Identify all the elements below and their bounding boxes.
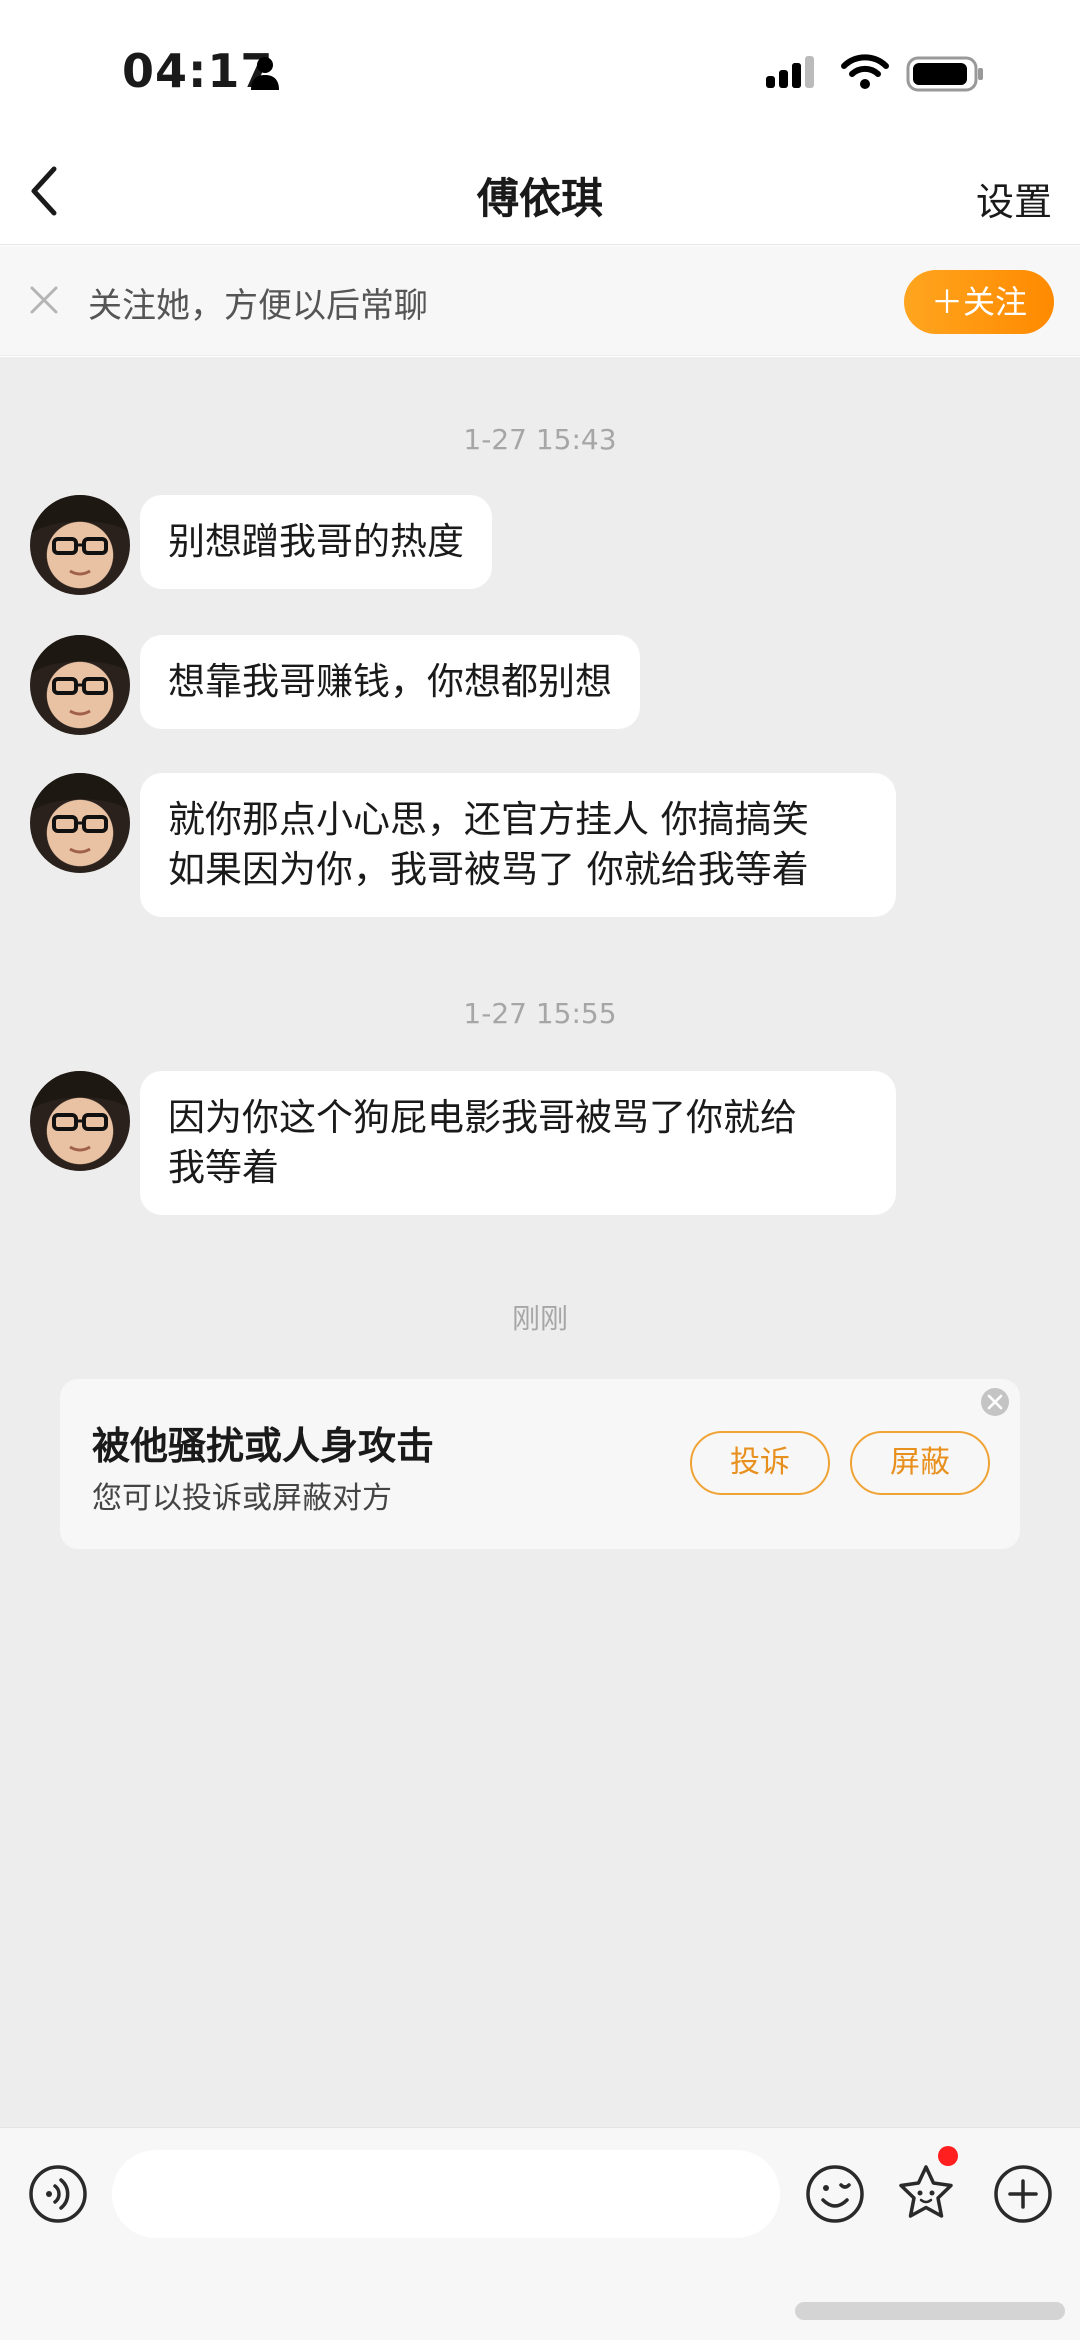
message-bubble[interactable]: 想靠我哥赚钱，你想都别想 xyxy=(140,635,640,729)
avatar[interactable] xyxy=(30,635,130,735)
message-bubble[interactable]: 别想蹭我哥的热度 xyxy=(140,495,492,589)
plus-icon[interactable] xyxy=(993,2164,1053,2224)
report-button[interactable]: 投诉 xyxy=(690,1431,830,1495)
voice-icon[interactable] xyxy=(28,2164,88,2224)
signal-icon xyxy=(766,56,814,88)
follow-banner: 关注她，方便以后常聊 ＋关注 xyxy=(0,246,1080,356)
input-bar xyxy=(0,2127,1080,2340)
message-text: 想靠我哥赚钱，你想都别想 xyxy=(168,660,612,703)
wifi-icon xyxy=(841,54,889,89)
message-bubble[interactable]: 因为你这个狗屁电影我哥被骂了你就给 我等着 xyxy=(140,1071,896,1215)
harassment-subtitle: 您可以投诉或屏蔽对方 xyxy=(92,1481,392,1516)
harassment-title: 被他骚扰或人身攻击 xyxy=(92,1424,435,1468)
message-text-line: 就你那点小心思，还官方挂人 你搞搞笑 xyxy=(168,798,809,841)
avatar[interactable] xyxy=(30,773,130,873)
timestamp: 1-27 15:43 xyxy=(463,423,617,456)
status-bar: 04:17 xyxy=(0,0,1080,145)
message-text-line: 因为你这个狗屁电影我哥被骂了你就给 xyxy=(168,1096,797,1139)
message-bubble[interactable]: 就你那点小心思，还官方挂人 你搞搞笑 如果因为你，我哥被骂了 你就给我等着 xyxy=(140,773,896,917)
home-indicator xyxy=(795,2302,1065,2320)
timestamp: 1-27 15:55 xyxy=(463,997,617,1030)
emoji-icon[interactable] xyxy=(805,2164,865,2224)
person-icon xyxy=(251,57,279,90)
avatar[interactable] xyxy=(30,495,130,595)
message-text: 别想蹭我哥的热度 xyxy=(168,520,464,563)
block-button[interactable]: 屏蔽 xyxy=(850,1431,990,1495)
message-text-line: 我等着 xyxy=(168,1146,279,1189)
settings-button[interactable]: 设置 xyxy=(976,171,1052,226)
timestamp: 刚刚 xyxy=(511,1302,568,1335)
follow-prompt-text: 关注她，方便以后常聊 xyxy=(88,286,428,326)
nav-bar: 傅依琪 设置 xyxy=(0,145,1080,245)
close-circle-icon[interactable] xyxy=(980,1387,1010,1417)
close-icon[interactable] xyxy=(26,282,62,318)
message-text-line: 如果因为你，我哥被骂了 你就给我等着 xyxy=(168,848,809,891)
sticker-star-icon[interactable] xyxy=(895,2162,957,2224)
page-title: 傅依琪 xyxy=(476,174,603,223)
message-input[interactable] xyxy=(112,2150,780,2238)
chat-area: 1-27 15:43 别想蹭我哥的热度 想靠我哥赚钱，你想都别想 就你那点小心思… xyxy=(0,357,1080,2127)
harassment-report-card: 被他骚扰或人身攻击 您可以投诉或屏蔽对方 投诉 屏蔽 xyxy=(60,1379,1020,1549)
follow-button[interactable]: ＋关注 xyxy=(904,270,1054,334)
battery-icon xyxy=(906,56,983,92)
notification-dot xyxy=(938,2146,958,2166)
avatar[interactable] xyxy=(30,1071,130,1171)
